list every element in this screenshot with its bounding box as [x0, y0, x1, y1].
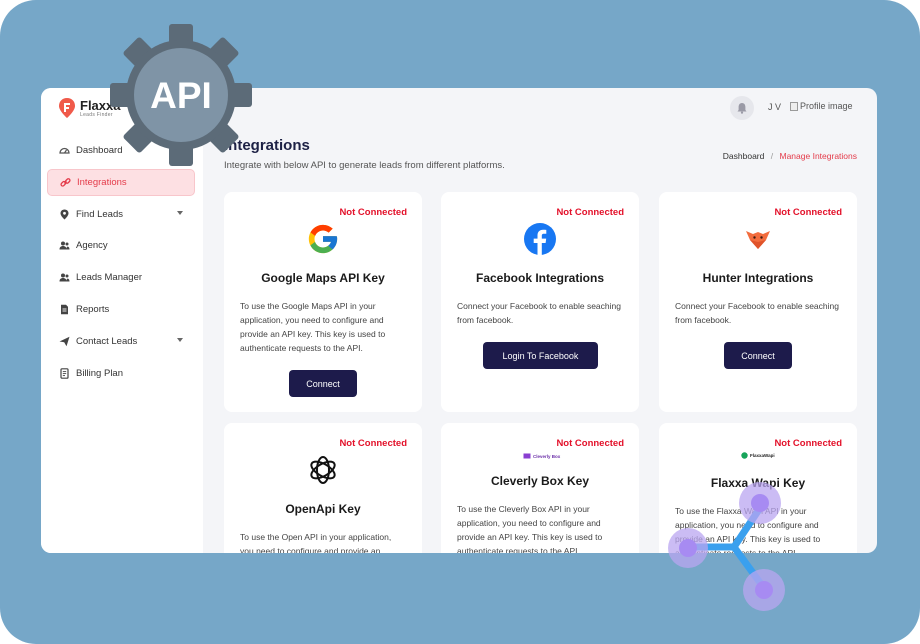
top-bar: J V Profile image	[203, 88, 877, 128]
link-icon	[60, 177, 71, 188]
sidebar-item-reports[interactable]: Reports	[47, 296, 195, 323]
location-pin-icon	[59, 209, 70, 220]
flaxxa-wapi-logo: FlaxxaWapi	[741, 452, 775, 459]
broken-image-icon	[790, 101, 798, 111]
profile-image-alt-text: Profile image	[800, 101, 853, 111]
api-badge-text: API	[150, 75, 212, 116]
notification-bell-icon[interactable]	[730, 96, 754, 120]
sidebar-item-contact-leads[interactable]: Contact Leads	[47, 328, 195, 355]
flaxxa-wapi-logo-text: FlaxxaWapi	[750, 453, 775, 458]
chevron-down-icon[interactable]	[177, 210, 183, 215]
integration-card-facebook: Not Connected Facebook Integrations Conn…	[441, 192, 639, 412]
box-icon	[523, 453, 531, 459]
sidebar-item-find-leads[interactable]: Find Leads	[47, 201, 195, 228]
integration-card-openapi: Not Connected OpenApi Key To use the Ope…	[224, 423, 422, 553]
connect-button[interactable]: Connect	[289, 370, 357, 397]
google-icon	[306, 222, 340, 256]
status-badge: Not Connected	[556, 438, 624, 449]
status-badge: Not Connected	[339, 438, 407, 449]
breadcrumb-home-link[interactable]: Dashboard	[723, 151, 765, 161]
sidebar-item-label: Billing Plan	[76, 367, 123, 379]
status-badge: Not Connected	[774, 207, 842, 218]
users-icon	[59, 272, 70, 283]
sidebar-item-agency[interactable]: Agency	[47, 232, 195, 259]
sidebar-item-billing-plan[interactable]: Billing Plan	[47, 360, 195, 387]
card-title: Facebook Integrations	[475, 271, 605, 285]
breadcrumb-separator: /	[770, 151, 774, 161]
integration-card-cleverly-box: Not Connected Cleverly Box Cleverly Box …	[441, 423, 639, 553]
dashboard-icon	[59, 145, 70, 156]
receipt-icon	[59, 367, 70, 379]
sidebar-item-label: Leads Manager	[76, 272, 143, 284]
card-description: Connect your Facebook to enable seaching…	[457, 301, 621, 325]
page-subtitle: Integrate with below API to generate lea…	[224, 160, 505, 171]
sidebar-item-label: Agency	[76, 240, 108, 252]
sidebar-item-leads-manager[interactable]: Leads Manager	[47, 264, 195, 291]
openai-icon	[306, 453, 340, 487]
wapi-icon	[741, 452, 748, 459]
breadcrumb-current: Manage Integrations	[779, 151, 858, 161]
profile-image[interactable]: Profile image	[790, 101, 853, 111]
status-badge: Not Connected	[339, 207, 407, 218]
sidebar-item-label: Find Leads	[76, 208, 124, 220]
sidebar-nav: Dashboard Integrations Find Leads Agency…	[47, 137, 195, 391]
flaxxa-logo-icon	[59, 98, 75, 118]
card-description: To use the Google Maps API in your appli…	[240, 301, 386, 353]
background-panel: Flaxxa Leads Finder Dashboard Integratio…	[0, 0, 920, 644]
send-icon	[59, 336, 70, 347]
user-initials[interactable]: J V	[768, 102, 781, 112]
integration-card-google-maps: Not Connected Google Maps API Key To use…	[224, 192, 422, 412]
login-to-facebook-button[interactable]: Login To Facebook	[483, 342, 598, 369]
cleverly-box-logo: Cleverly Box	[523, 453, 560, 459]
breadcrumb: Dashboard / Manage Integrations	[723, 151, 857, 161]
card-title: Cleverly Box Key	[490, 474, 590, 488]
card-title: Hunter Integrations	[702, 271, 814, 285]
document-icon	[59, 304, 70, 315]
connect-button[interactable]: Connect	[724, 342, 792, 369]
hunter-fox-icon	[741, 222, 775, 256]
facebook-icon	[523, 222, 557, 256]
sidebar-item-label: Integrations	[77, 176, 127, 188]
integration-card-hunter: Not Connected Hunter Integrations Connec…	[659, 192, 857, 412]
status-badge: Not Connected	[556, 207, 624, 218]
sidebar-item-integrations[interactable]: Integrations	[47, 168, 195, 196]
status-badge: Not Connected	[774, 438, 842, 449]
card-description: To use the Cleverly Box API in your appl…	[457, 504, 603, 553]
chevron-down-icon[interactable]	[177, 337, 183, 342]
api-gear-icon: API	[110, 24, 252, 166]
cleverly-box-logo-text: Cleverly Box	[533, 453, 561, 459]
card-title: OpenApi Key	[285, 502, 361, 516]
users-icon	[59, 240, 70, 251]
sidebar-item-label: Reports	[76, 303, 110, 315]
card-description: Connect your Facebook to enable seaching…	[675, 301, 839, 325]
sidebar-item-label: Contact Leads	[76, 335, 138, 347]
network-connector-icon	[668, 482, 785, 611]
card-description: To use the Open API in your application,…	[240, 532, 392, 553]
card-title: Google Maps API Key	[261, 271, 385, 285]
